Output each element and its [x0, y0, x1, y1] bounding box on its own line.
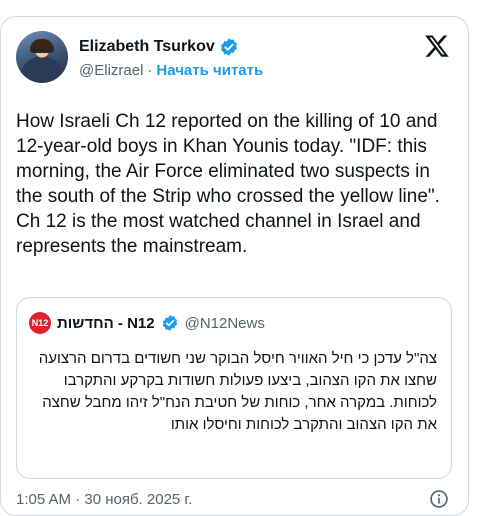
info-icon[interactable]: [429, 489, 449, 509]
quoted-tweet[interactable]: N12 החדשות - N12 @N12News צה"ל עדכן כי ח…: [16, 297, 452, 479]
author-name-row: Elizabeth Tsurkov: [79, 37, 239, 57]
quoted-verified-badge-icon: [161, 314, 179, 332]
handle-separator: ·: [147, 62, 153, 79]
author-name[interactable]: Elizabeth Tsurkov: [79, 38, 215, 56]
author-handle-row: @Elizrael · Начать читать: [79, 62, 263, 79]
quoted-author-handle: @N12News: [184, 314, 265, 332]
x-logo-icon[interactable]: [424, 33, 450, 59]
quoted-avatar: N12: [29, 312, 51, 334]
verified-badge-icon: [219, 37, 239, 57]
quoted-tweet-text: צה"ל עדכן כי חיל האוויר חיסל הבוקר שני ח…: [38, 350, 437, 433]
tweet-text: How Israeli Ch 12 reported on the killin…: [16, 111, 440, 257]
author-handle[interactable]: @Elizrael: [79, 62, 143, 79]
quoted-author-name: החדשות - N12: [57, 314, 155, 332]
follow-button[interactable]: Начать читать: [156, 62, 263, 79]
avatar-glasses: [33, 49, 51, 55]
avatar[interactable]: [16, 31, 68, 83]
tweet-timestamp[interactable]: 1:05 AM · 30 нояб. 2025 г.: [16, 491, 192, 508]
tweet-card[interactable]: Elizabeth Tsurkov @Elizrael · Начать чит…: [0, 16, 469, 516]
quoted-tweet-header: N12 החדשות - N12 @N12News: [29, 312, 265, 334]
